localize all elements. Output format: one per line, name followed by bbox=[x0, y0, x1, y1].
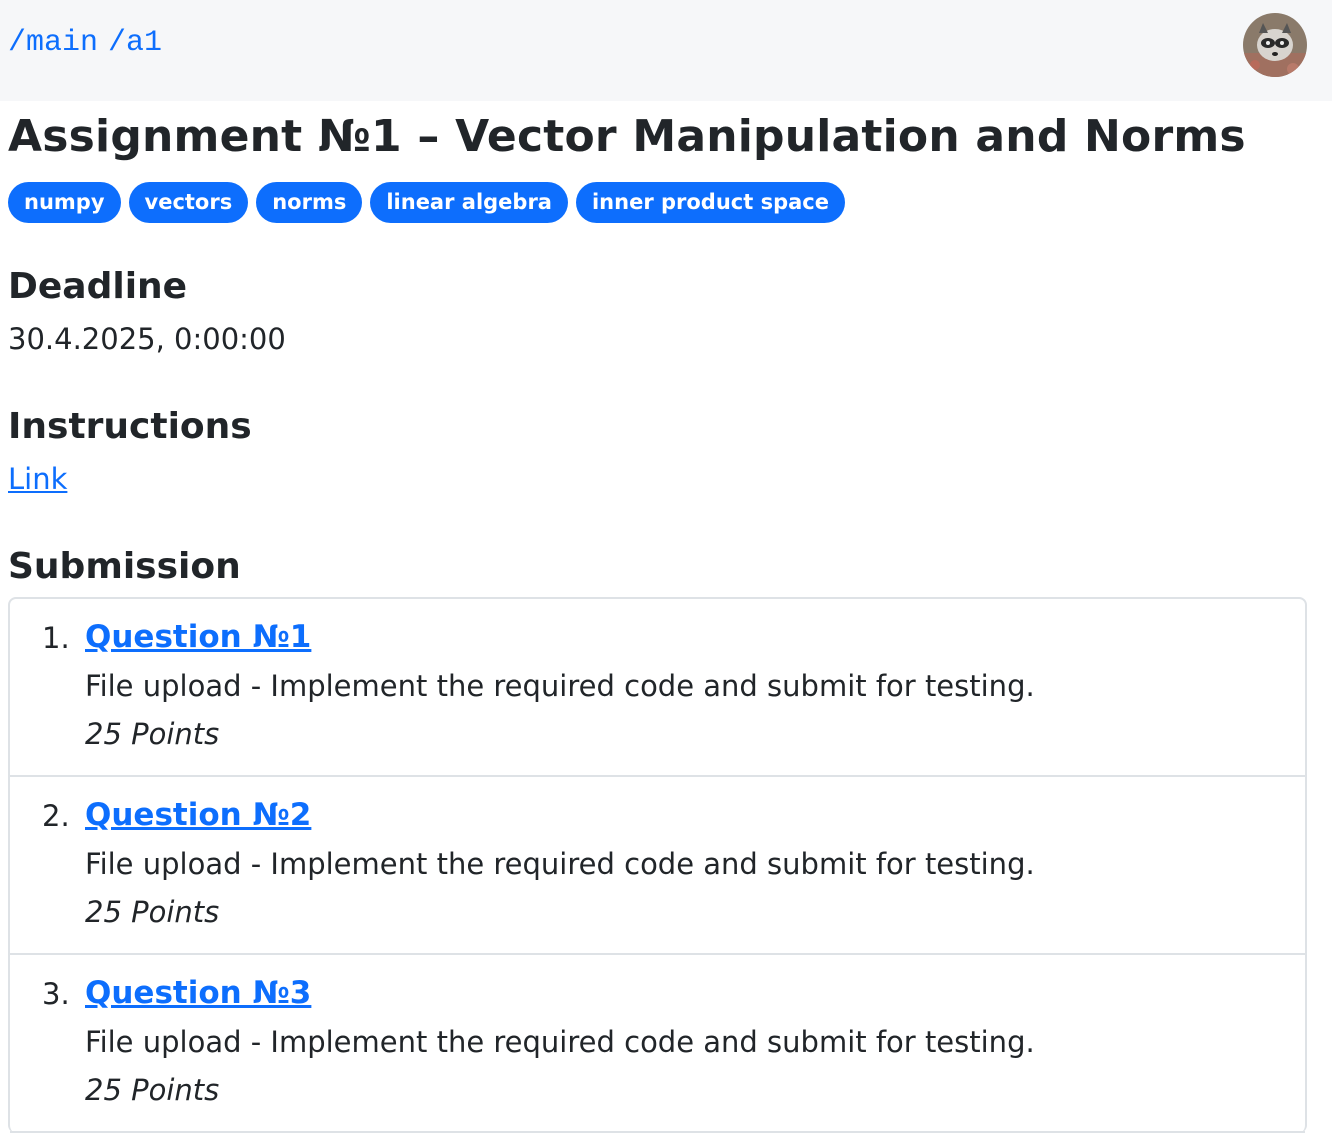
deadline-heading: Deadline bbox=[8, 266, 188, 307]
question-item: 3. Question №3 File upload - Implement t… bbox=[10, 955, 1305, 1133]
instructions-link[interactable]: Link bbox=[8, 462, 67, 496]
raccoon-avatar-icon bbox=[1243, 13, 1307, 77]
tag-badge: inner product space bbox=[575, 182, 845, 223]
question-description: File upload - Implement the required cod… bbox=[85, 669, 1035, 703]
question-list: 1. Question №1 File upload - Implement t… bbox=[8, 597, 1307, 1133]
question-description: File upload - Implement the required cod… bbox=[85, 1025, 1035, 1059]
question-link[interactable]: Question №2 bbox=[85, 797, 311, 833]
tag-badge: numpy bbox=[8, 182, 121, 223]
question-item: 2. Question №2 File upload - Implement t… bbox=[10, 777, 1305, 955]
instructions-heading: Instructions bbox=[8, 406, 252, 447]
submission-heading: Submission bbox=[8, 546, 241, 587]
question-number: 2. bbox=[42, 799, 70, 833]
breadcrumb-main-link[interactable]: /main bbox=[8, 26, 98, 60]
question-points: 25 Points bbox=[85, 1073, 220, 1107]
question-points: 25 Points bbox=[85, 717, 220, 751]
question-link[interactable]: Question №3 bbox=[85, 975, 311, 1011]
tag-badge: vectors bbox=[128, 182, 249, 223]
user-avatar[interactable] bbox=[1243, 13, 1307, 77]
question-description: File upload - Implement the required cod… bbox=[85, 847, 1035, 881]
assignment-content: Assignment №1 – Vector Manipulation and … bbox=[8, 108, 1308, 1133]
deadline-value: 30.4.2025, 0:00:00 bbox=[8, 322, 286, 356]
tag-badge: norms bbox=[256, 182, 363, 223]
question-points: 25 Points bbox=[85, 895, 220, 929]
tag-list: numpy vectors norms linear algebra inner… bbox=[8, 182, 1308, 223]
question-item: 1. Question №1 File upload - Implement t… bbox=[10, 599, 1305, 777]
question-link[interactable]: Question №1 bbox=[85, 619, 311, 655]
question-number: 3. bbox=[42, 977, 70, 1011]
breadcrumb: /main /a1 bbox=[8, 26, 162, 60]
breadcrumb-a1-link[interactable]: /a1 bbox=[108, 26, 162, 60]
page-title: Assignment №1 – Vector Manipulation and … bbox=[8, 111, 1246, 162]
top-navbar: /main /a1 bbox=[0, 0, 1332, 101]
tag-badge: linear algebra bbox=[370, 182, 568, 223]
question-number: 1. bbox=[42, 621, 70, 655]
